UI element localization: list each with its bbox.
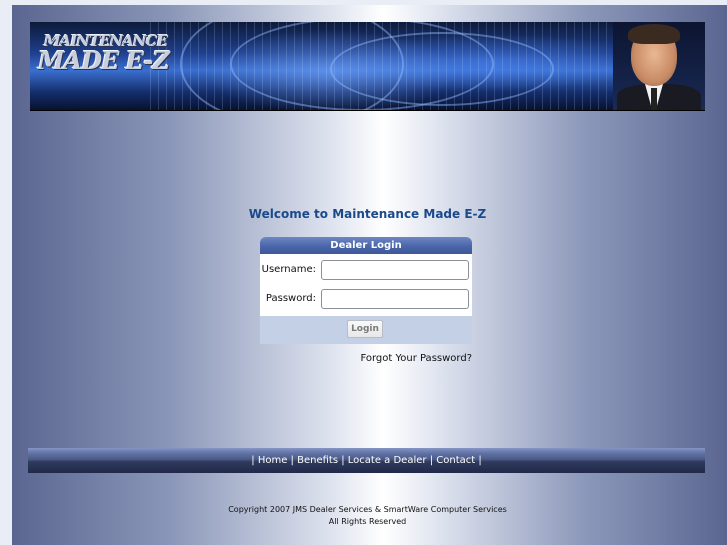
forgot-password-link[interactable]: Forgot Your Password? xyxy=(260,353,472,364)
username-input[interactable] xyxy=(321,260,469,280)
nav-link-benefits[interactable]: Benefits xyxy=(297,455,338,466)
page-background: MAINTENANCE MADE E-Z Welcome to Maintena… xyxy=(12,5,727,545)
nav-link-contact[interactable]: Contact xyxy=(436,455,475,466)
username-label: Username: xyxy=(261,264,316,275)
login-box-title: Dealer Login xyxy=(260,237,472,254)
copyright-notice: Copyright 2007 JMS Dealer Services & Sma… xyxy=(12,504,723,528)
nav-link-home[interactable]: Home xyxy=(258,455,288,466)
password-row: Password: xyxy=(260,289,472,311)
welcome-heading: Welcome to Maintenance Made E-Z xyxy=(248,207,487,221)
login-button[interactable]: Login xyxy=(347,320,383,338)
nav-separator: | xyxy=(478,455,482,466)
password-label: Password: xyxy=(265,293,316,304)
dealer-login-box: Dealer Login Username: Password: Login xyxy=(260,237,472,344)
copyright-line: Copyright 2007 JMS Dealer Services & Sma… xyxy=(228,505,507,514)
footer-nav-bar: | Home | Benefits | Locate a Dealer | Co… xyxy=(28,448,705,473)
header-banner: MAINTENANCE MADE E-Z xyxy=(30,22,705,111)
login-form-footer: Login xyxy=(260,316,472,344)
password-input[interactable] xyxy=(321,289,469,309)
banner-swirl xyxy=(330,32,554,106)
logo-line-2: MADE E-Z xyxy=(38,46,170,75)
username-row: Username: xyxy=(260,260,472,282)
spokesperson-photo xyxy=(613,22,705,110)
login-form-body: Username: Password: xyxy=(260,254,472,316)
nav-link-locate-dealer[interactable]: Locate a Dealer xyxy=(348,455,427,466)
rights-reserved-line: All Rights Reserved xyxy=(328,517,407,526)
